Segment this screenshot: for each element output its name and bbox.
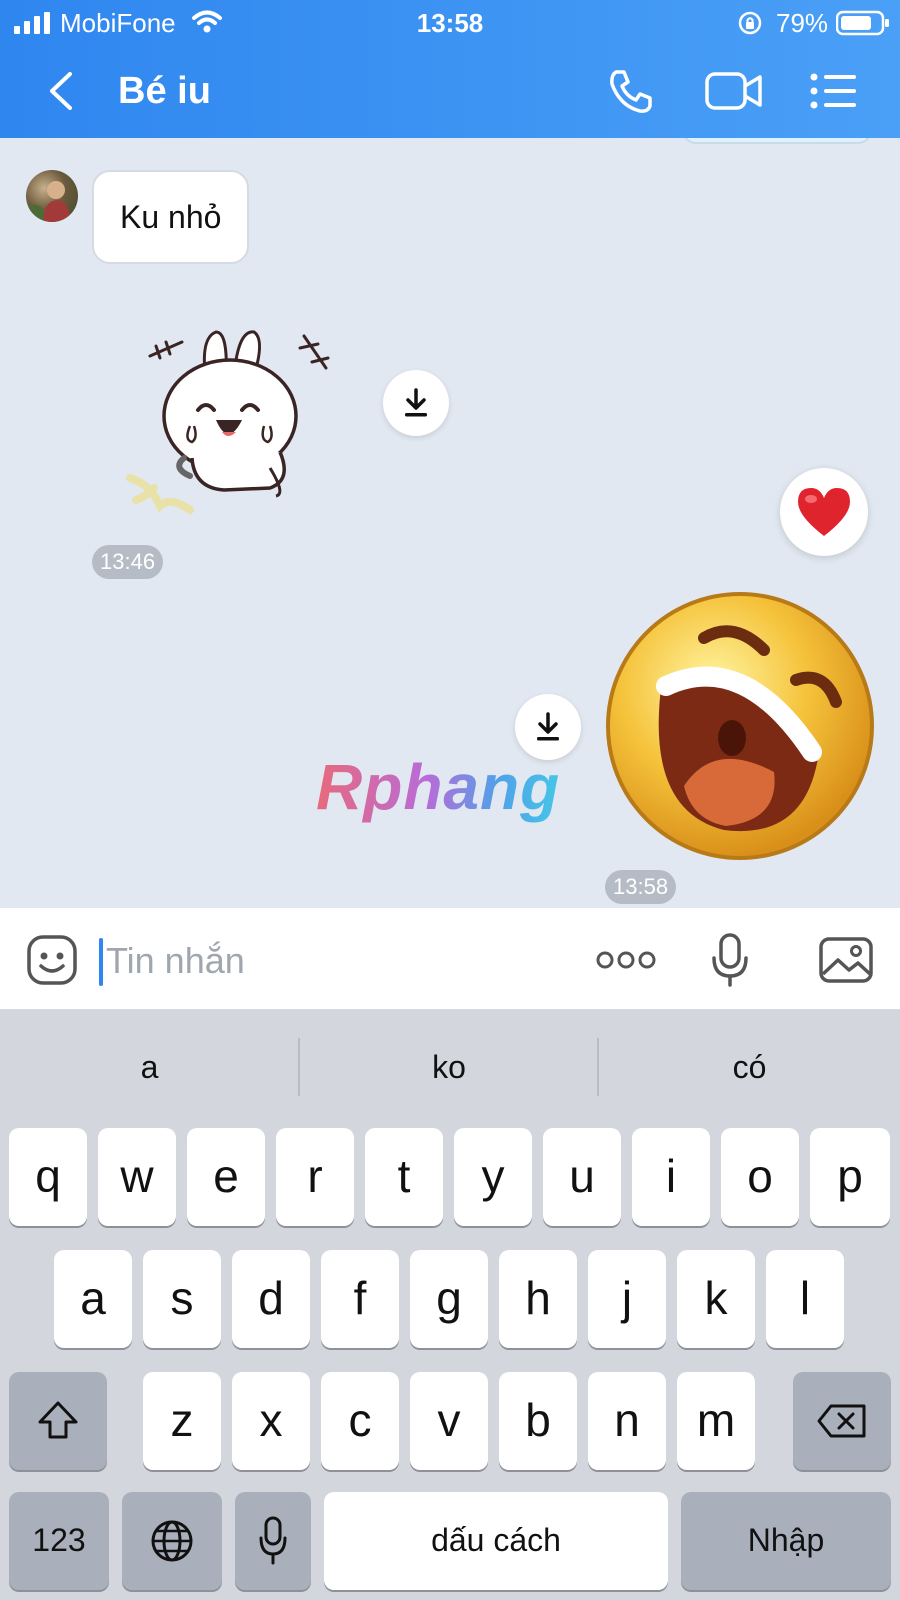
contact-avatar[interactable] [26, 170, 78, 222]
emoji-sticker-icon[interactable] [26, 934, 78, 986]
key-t[interactable]: t [365, 1128, 443, 1226]
key-x[interactable]: x [232, 1372, 310, 1470]
key-f[interactable]: f [321, 1250, 399, 1348]
key-a[interactable]: a [54, 1250, 132, 1348]
download-icon [405, 388, 427, 417]
menu-list-icon[interactable] [808, 66, 858, 116]
message-composer [0, 908, 900, 1010]
suggestion-1[interactable]: a [0, 1010, 299, 1124]
laughing-emoji-sticker[interactable] [604, 590, 876, 862]
watermark-text: Rphang [316, 751, 561, 823]
rotation-lock-icon [738, 11, 762, 35]
key-w[interactable]: w [98, 1128, 176, 1226]
key-n[interactable]: n [588, 1372, 666, 1470]
message-timestamp: 13:58 [605, 870, 677, 904]
on-screen-keyboard: a ko có q w e r t y u i o p a s d f g h … [0, 1010, 900, 1600]
suggestion-3[interactable]: có [599, 1010, 900, 1124]
microphone-icon [259, 1516, 287, 1565]
more-options-icon[interactable] [596, 948, 656, 972]
image-picker-icon[interactable] [818, 936, 874, 984]
globe-key[interactable] [122, 1492, 222, 1590]
status-bar: MobiFone 13:58 79% [0, 0, 900, 46]
key-q[interactable]: q [9, 1128, 87, 1226]
shift-key[interactable] [9, 1372, 107, 1470]
key-j[interactable]: j [588, 1250, 666, 1348]
previous-message-bubble[interactable] [682, 138, 872, 144]
message-input[interactable] [106, 936, 556, 986]
return-key[interactable]: Nhập [681, 1492, 891, 1590]
key-h[interactable]: h [499, 1250, 577, 1348]
space-key[interactable]: dấu cách [324, 1492, 668, 1590]
backspace-key[interactable] [793, 1372, 891, 1470]
key-g[interactable]: g [410, 1250, 488, 1348]
conversation-title[interactable]: Bé iu [118, 70, 211, 113]
key-p[interactable]: p [810, 1128, 890, 1226]
voice-message-icon[interactable] [710, 932, 750, 988]
key-b[interactable]: b [499, 1372, 577, 1470]
key-d[interactable]: d [232, 1250, 310, 1348]
key-y[interactable]: y [454, 1128, 532, 1226]
dictation-key[interactable] [235, 1492, 311, 1590]
message-text: Ku nhỏ [120, 199, 222, 235]
key-r[interactable]: r [276, 1128, 354, 1226]
key-i[interactable]: i [632, 1128, 710, 1226]
message-bubble[interactable]: Ku nhỏ [92, 170, 250, 264]
heart-reaction-button[interactable] [780, 468, 868, 556]
chat-messages[interactable]: Ku nhỏ 13:46 Rphang 13:58 [0, 138, 900, 908]
status-time: 13:58 [416, 8, 484, 38]
key-k[interactable]: k [677, 1250, 755, 1348]
download-icon [537, 712, 559, 741]
back-chevron-icon[interactable] [38, 66, 88, 116]
globe-icon [151, 1520, 193, 1562]
key-e[interactable]: e [187, 1128, 265, 1226]
backspace-icon [817, 1404, 866, 1438]
shift-arrow-icon [38, 1401, 78, 1439]
battery-percent: 79% [776, 8, 829, 38]
suggestion-2[interactable]: ko [299, 1010, 599, 1124]
key-s[interactable]: s [143, 1250, 221, 1348]
key-z[interactable]: z [143, 1372, 221, 1470]
text-cursor [99, 938, 103, 986]
key-l[interactable]: l [766, 1250, 844, 1348]
chat-header: MobiFone 13:58 79% Bé iu [0, 0, 900, 138]
key-c[interactable]: c [321, 1372, 399, 1470]
phone-call-icon[interactable] [606, 66, 656, 116]
video-call-icon[interactable] [704, 66, 764, 116]
numbers-key[interactable]: 123 [9, 1492, 109, 1590]
message-timestamp: 13:46 [92, 545, 164, 579]
key-v[interactable]: v [410, 1372, 488, 1470]
download-sticker-button[interactable] [383, 370, 449, 436]
heart-icon [798, 488, 850, 536]
battery-icon [836, 10, 889, 36]
key-o[interactable]: o [721, 1128, 799, 1226]
key-u[interactable]: u [543, 1128, 621, 1226]
key-m[interactable]: m [677, 1372, 755, 1470]
bunny-laughing-sticker[interactable] [120, 318, 360, 528]
